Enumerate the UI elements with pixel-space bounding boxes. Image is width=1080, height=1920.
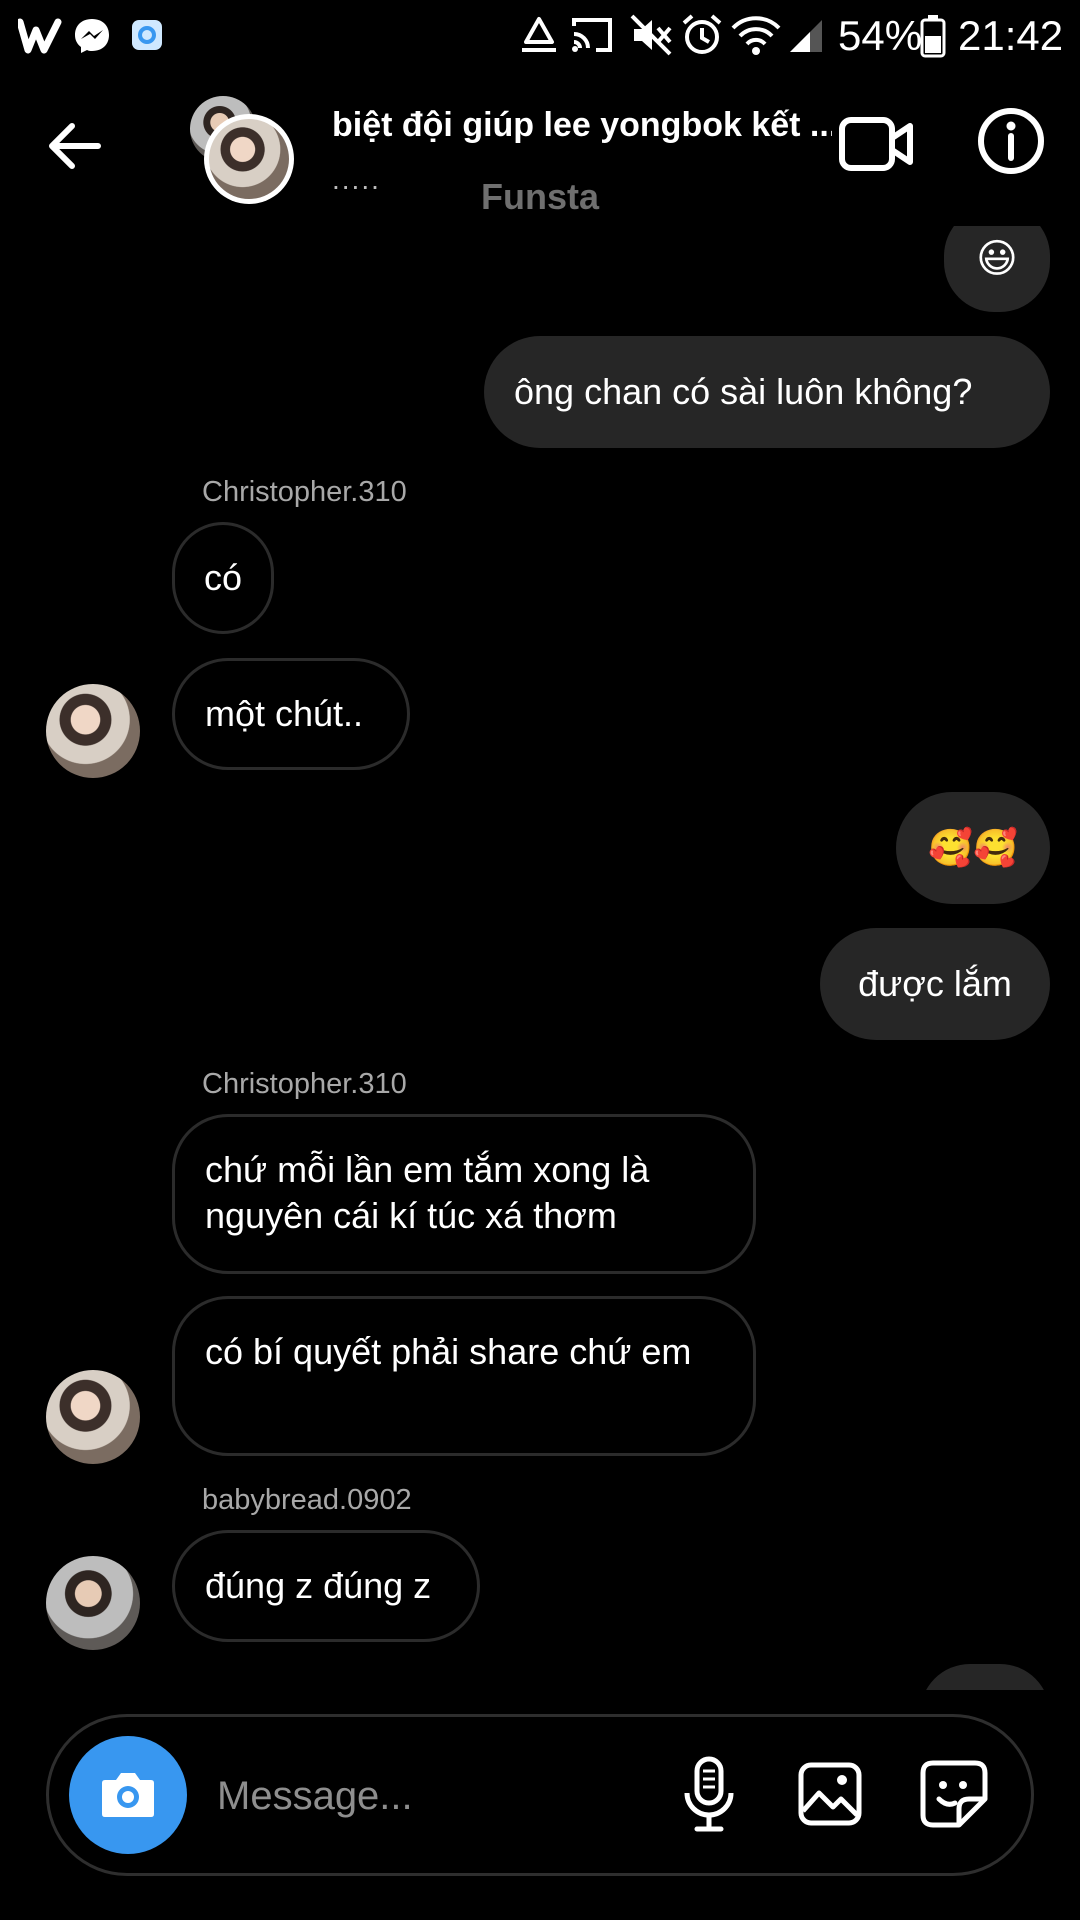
gallery-icon[interactable] xyxy=(797,1761,863,1827)
message-bubble-outgoing[interactable]: ông chan có sài luôn không? xyxy=(484,336,1050,448)
app-icon xyxy=(132,20,162,50)
cast-icon xyxy=(572,18,612,52)
message-bubble-incoming[interactable]: có bí quyết phải share chứ em xyxy=(172,1296,756,1456)
message-bubble-partial[interactable] xyxy=(920,1664,1050,1690)
status-bar: 54% 21:42 xyxy=(0,0,1080,76)
camera-button[interactable] xyxy=(69,1736,187,1854)
sender-name: Christopher.310 xyxy=(202,476,407,508)
message-bubble-outgoing[interactable]: 😃 xyxy=(944,226,1050,312)
message-bubble-incoming[interactable]: đúng z đúng z xyxy=(172,1530,480,1642)
info-icon[interactable] xyxy=(976,106,1046,176)
message-bubble-incoming[interactable]: chứ mỗi lần em tắm xong là nguyên cái kí… xyxy=(172,1114,756,1274)
group-avatar[interactable] xyxy=(186,96,296,206)
message-input[interactable] xyxy=(215,1763,689,1829)
sticker-icon[interactable] xyxy=(919,1759,989,1829)
wifi-icon xyxy=(731,16,781,55)
alarm-icon xyxy=(682,14,722,54)
messenger-icon xyxy=(75,19,109,53)
sender-avatar[interactable] xyxy=(46,684,140,778)
chat-subtitle: ..... xyxy=(332,164,381,195)
camera-icon xyxy=(102,1773,154,1817)
wattpad-icon xyxy=(18,18,62,54)
mute-icon xyxy=(630,14,672,56)
chat-header: biệt đội giúp lee yongbok kết ... ..... … xyxy=(0,76,1080,226)
message-bubble-outgoing[interactable]: 🥰🥰 xyxy=(896,792,1050,904)
recycle-icon xyxy=(522,17,556,52)
group-avatar-front-ring xyxy=(204,114,294,204)
message-bubble-outgoing[interactable]: được lắm xyxy=(820,928,1050,1040)
signal-icon xyxy=(790,20,822,52)
sender-avatar[interactable] xyxy=(46,1370,140,1464)
sender-name: babybread.0902 xyxy=(202,1484,412,1516)
group-avatar-front xyxy=(209,119,289,199)
message-composer xyxy=(46,1714,1034,1876)
battery-icon xyxy=(920,15,946,58)
watermark-text: Funsta xyxy=(480,176,599,217)
video-call-icon[interactable] xyxy=(838,114,914,174)
message-bubble-incoming[interactable]: một chút.. xyxy=(172,658,410,770)
status-time: 21:42 xyxy=(958,12,1064,59)
sender-name: Christopher.310 xyxy=(202,1068,407,1100)
battery-percent: 54% xyxy=(838,12,923,59)
message-list[interactable]: 😃 ông chan có sài luôn không? Christophe… xyxy=(0,226,1080,1690)
sender-avatar[interactable] xyxy=(46,1556,140,1650)
message-bubble-incoming[interactable]: có xyxy=(172,522,274,634)
microphone-icon[interactable] xyxy=(679,1755,739,1835)
back-arrow-icon[interactable] xyxy=(44,116,104,176)
chat-title[interactable]: biệt đội giúp lee yongbok kết ... xyxy=(332,106,832,145)
